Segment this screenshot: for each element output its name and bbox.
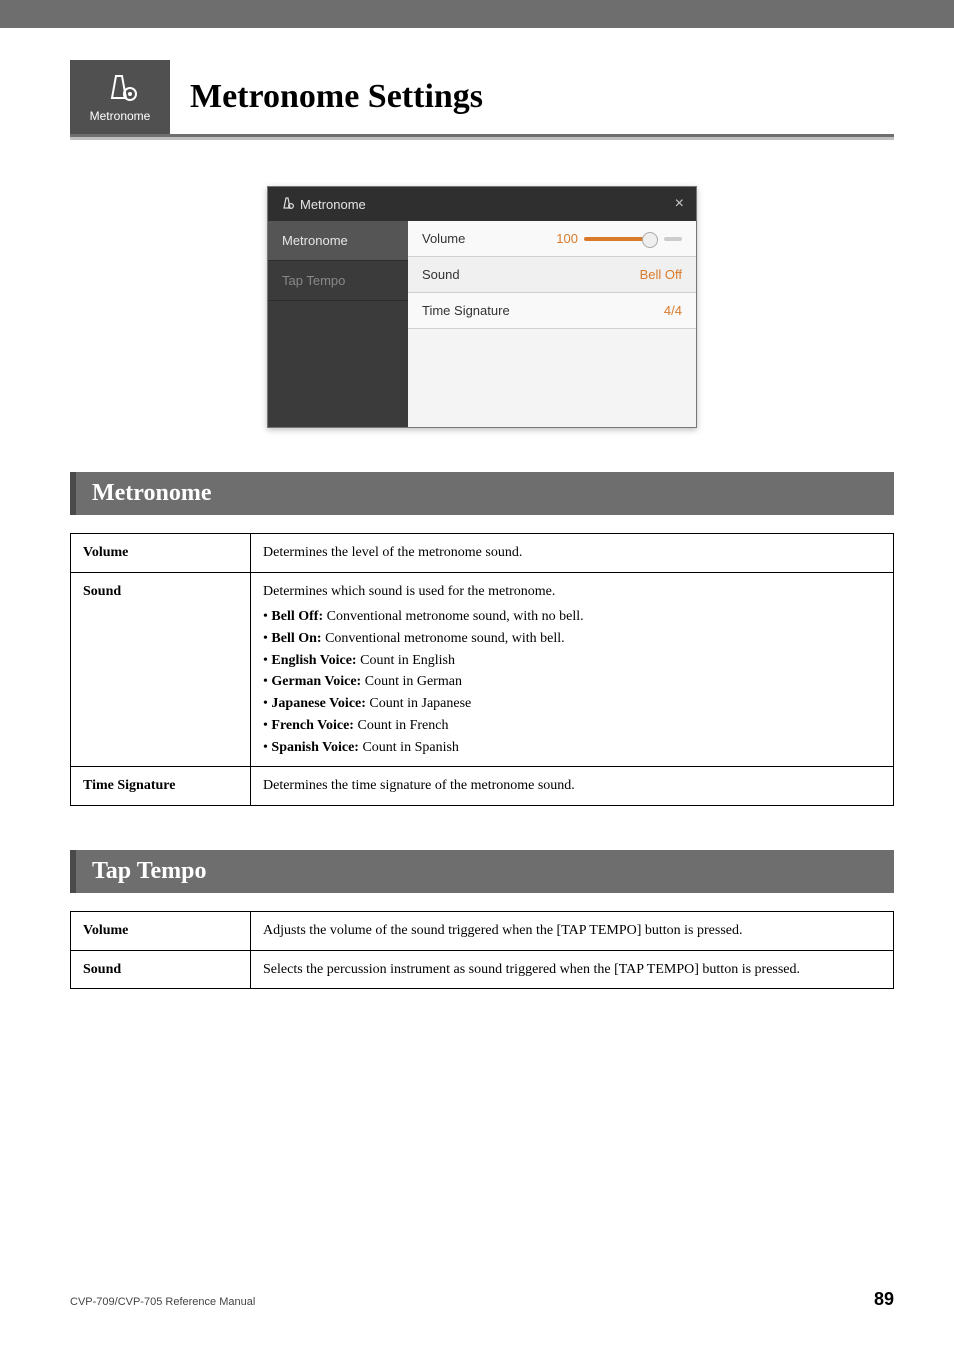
volume-value: 100 bbox=[556, 231, 578, 246]
list-item: English Voice: Count in English bbox=[263, 650, 881, 672]
metronome-icon-box: Metronome bbox=[70, 60, 170, 134]
icon-box-label: Metronome bbox=[90, 109, 151, 123]
tap-sound-label: Sound bbox=[71, 950, 251, 989]
spec-sound-label: Sound bbox=[71, 572, 251, 767]
row-volume[interactable]: Volume 100 bbox=[408, 221, 696, 257]
list-item: Bell On: Conventional metronome sound, w… bbox=[263, 628, 881, 650]
dialog-title: Metronome bbox=[300, 197, 366, 212]
page-number: 89 bbox=[874, 1289, 894, 1310]
metronome-small-icon bbox=[280, 196, 294, 213]
list-item: Spanish Voice: Count in Spanish bbox=[263, 737, 881, 759]
close-icon[interactable]: × bbox=[675, 195, 684, 213]
slider-track-rest bbox=[664, 237, 682, 241]
row-sound-label: Sound bbox=[422, 267, 460, 282]
list-item: German Voice: Count in German bbox=[263, 671, 881, 693]
metronome-gear-icon bbox=[102, 72, 138, 105]
section-heading-metronome: Metronome bbox=[70, 472, 894, 515]
list-item: Japanese Voice: Count in Japanese bbox=[263, 693, 881, 715]
dialog-header: Metronome × bbox=[268, 187, 696, 221]
list-item: Bell Off: Conventional metronome sound, … bbox=[263, 606, 881, 628]
spec-timesig-label: Time Signature bbox=[71, 767, 251, 806]
metronome-dialog: Metronome × Metronome Tap Tempo Volume 1… bbox=[267, 186, 697, 428]
top-bar bbox=[0, 0, 954, 28]
tap-sound-desc: Selects the percussion instrument as sou… bbox=[251, 950, 894, 989]
row-timesig[interactable]: Time Signature 4/4 bbox=[408, 293, 696, 329]
page-title: Metronome Settings bbox=[170, 60, 894, 134]
sidebar-item-metronome[interactable]: Metronome bbox=[268, 221, 408, 261]
slider-track[interactable] bbox=[584, 237, 658, 241]
spec-sound-desc: Determines which sound is used for the m… bbox=[251, 572, 894, 767]
row-timesig-value: 4/4 bbox=[664, 303, 682, 318]
tap-volume-desc: Adjusts the volume of the sound triggere… bbox=[251, 911, 894, 950]
footer-doc-title: CVP-709/CVP-705 Reference Manual bbox=[70, 1296, 255, 1308]
sidebar-item-tap-tempo[interactable]: Tap Tempo bbox=[268, 261, 408, 301]
section-heading-tap-tempo: Tap Tempo bbox=[70, 850, 894, 893]
row-sound[interactable]: Sound Bell Off bbox=[408, 257, 696, 293]
page-title-row: Metronome Metronome Settings bbox=[70, 60, 894, 134]
spec-sound-list: Bell Off: Conventional metronome sound, … bbox=[263, 606, 881, 758]
spec-volume-desc: Determines the level of the metronome so… bbox=[251, 534, 894, 573]
row-sound-value: Bell Off bbox=[640, 267, 682, 282]
list-item: French Voice: Count in French bbox=[263, 715, 881, 737]
footer: CVP-709/CVP-705 Reference Manual 89 bbox=[70, 1289, 894, 1310]
volume-slider[interactable]: 100 bbox=[556, 231, 682, 246]
row-timesig-label: Time Signature bbox=[422, 303, 510, 318]
tap-tempo-spec-table: Volume Adjusts the volume of the sound t… bbox=[70, 911, 894, 989]
spec-timesig-desc: Determines the time signature of the met… bbox=[251, 767, 894, 806]
tap-volume-label: Volume bbox=[71, 911, 251, 950]
dialog-main: Volume 100 Sound Bell Off Time Signature… bbox=[408, 221, 696, 427]
dialog-sidebar: Metronome Tap Tempo bbox=[268, 221, 408, 427]
spec-sound-intro: Determines which sound is used for the m… bbox=[263, 584, 555, 599]
title-underline bbox=[70, 134, 894, 140]
spec-volume-label: Volume bbox=[71, 534, 251, 573]
row-volume-label: Volume bbox=[422, 231, 465, 246]
metronome-spec-table: Volume Determines the level of the metro… bbox=[70, 533, 894, 806]
